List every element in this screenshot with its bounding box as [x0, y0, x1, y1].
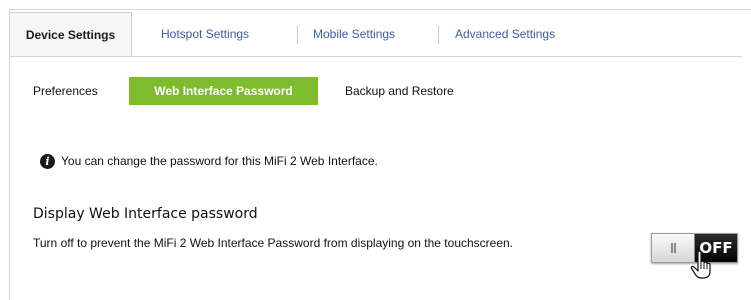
- info-text: You can change the password for this MiF…: [61, 154, 378, 168]
- subnav-backup-and-restore[interactable]: Backup and Restore: [345, 77, 454, 105]
- tab-bar: Device Settings Hotspot Settings Mobile …: [9, 12, 742, 57]
- tab-mobile-settings[interactable]: Mobile Settings: [313, 12, 395, 56]
- tab-divider: [297, 26, 298, 44]
- subnav-web-interface-password[interactable]: Web Interface Password: [129, 77, 318, 105]
- section-heading: Display Web Interface password: [33, 206, 258, 222]
- info-message: i You can change the password for this M…: [40, 152, 378, 170]
- info-icon: i: [40, 153, 55, 169]
- subnav-preferences[interactable]: Preferences: [33, 77, 98, 105]
- tab-divider: [438, 26, 439, 44]
- hand-pointer-icon: [690, 250, 711, 279]
- tab-device-settings[interactable]: Device Settings: [9, 12, 132, 56]
- grip-icon: [670, 243, 676, 253]
- sub-navigation: Preferences Web Interface Password Backu…: [0, 77, 751, 105]
- section-description: Turn off to prevent the MiFi 2 Web Inter…: [33, 236, 514, 250]
- tab-advanced-settings[interactable]: Advanced Settings: [455, 12, 555, 56]
- tab-hotspot-settings[interactable]: Hotspot Settings: [161, 12, 249, 56]
- toggle-knob[interactable]: [652, 234, 695, 262]
